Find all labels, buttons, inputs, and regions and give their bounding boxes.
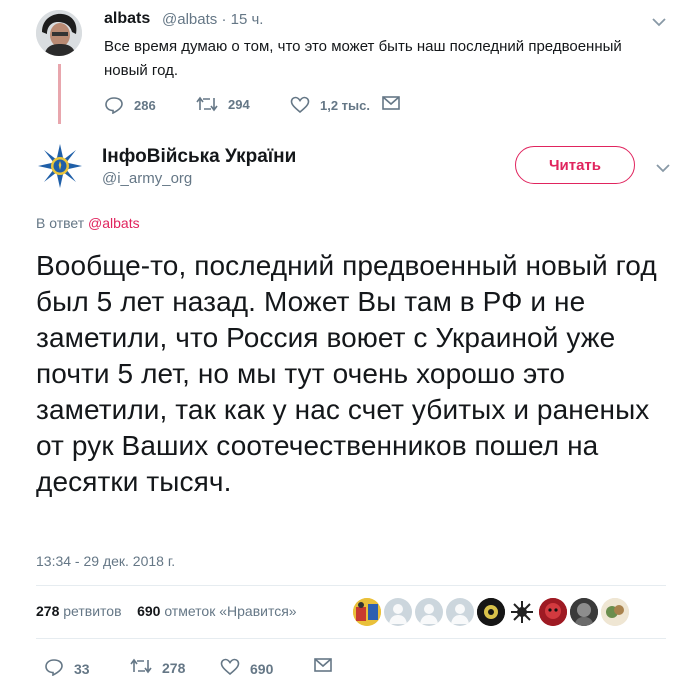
heart-icon — [290, 96, 310, 114]
avatar[interactable] — [508, 598, 536, 626]
chevron-down-icon[interactable] — [652, 14, 666, 30]
retweet-count: 294 — [228, 96, 250, 112]
reply-count: 286 — [134, 97, 156, 113]
tweet-text: Все время думаю о том, что это может быт… — [104, 38, 622, 79]
envelope-icon — [314, 658, 332, 675]
reply-button[interactable]: 33 — [44, 658, 90, 679]
direct-message-button[interactable] — [382, 96, 400, 110]
reply-context: В ответ @albats — [36, 215, 140, 231]
avatar[interactable] — [415, 598, 443, 626]
retweets-stat-label: ретвитов — [63, 603, 122, 619]
avatar[interactable] — [477, 598, 505, 626]
reply-handle-link[interactable]: @albats — [88, 215, 140, 231]
retweet-icon — [196, 96, 218, 112]
retweet-count: 278 — [162, 659, 186, 676]
retweet-button[interactable]: 294 — [196, 96, 250, 112]
retweet-icon — [130, 658, 152, 677]
direct-message-button[interactable] — [314, 658, 332, 675]
divider — [36, 638, 666, 639]
author-name[interactable]: ІнфоВійська України — [102, 146, 296, 168]
like-button[interactable]: 690 — [220, 658, 273, 679]
likes-stat[interactable]: 690 отметок «Нравится» — [137, 603, 297, 619]
liker-avatars — [353, 598, 629, 626]
heart-icon — [220, 658, 240, 679]
like-count: 690 — [250, 660, 274, 677]
retweet-button[interactable]: 278 — [130, 658, 185, 677]
avatar[interactable] — [570, 598, 598, 626]
author-handle[interactable]: @i_army_org — [102, 170, 192, 187]
avatar[interactable] — [384, 598, 412, 626]
avatar[interactable] — [446, 598, 474, 626]
reply-icon — [104, 96, 124, 114]
likes-stat-label: отметок «Нравится» — [164, 603, 297, 619]
reply-count: 33 — [74, 660, 90, 677]
divider — [36, 585, 666, 586]
retweets-stat[interactable]: 278 ретвитов — [36, 603, 122, 619]
thread-line — [58, 64, 61, 124]
separator: · — [221, 11, 227, 28]
reply-prefix: В ответ — [36, 215, 85, 231]
avatar[interactable] — [353, 598, 381, 626]
avatar[interactable] — [36, 10, 82, 56]
follow-button[interactable]: Читать — [515, 146, 635, 184]
like-count: 1,2 тыс. — [320, 97, 370, 113]
tweet-time[interactable]: 15 ч. — [231, 11, 264, 28]
reply-button[interactable]: 286 — [104, 96, 156, 114]
author-name[interactable]: albats — [104, 10, 150, 28]
author-handle[interactable]: @albats · 15 ч. — [162, 11, 263, 28]
chevron-down-icon[interactable] — [656, 160, 670, 176]
like-button[interactable]: 1,2 тыс. — [290, 96, 370, 114]
likes-stat-count: 690 — [137, 603, 161, 619]
reply-icon — [44, 658, 64, 679]
retweets-stat-count: 278 — [36, 603, 60, 619]
avatar[interactable] — [539, 598, 567, 626]
avatar-logo[interactable] — [36, 142, 84, 190]
avatar[interactable] — [601, 598, 629, 626]
tweet-text: Вообще-то, последний предвоенный новый г… — [36, 250, 657, 497]
tweet-timestamp[interactable]: 13:34 - 29 дек. 2018 г. — [36, 553, 175, 569]
tweet-stats: 278 ретвитов 690 отметок «Нравится» — [36, 603, 297, 619]
envelope-icon — [382, 96, 400, 110]
author-handle-text[interactable]: @albats — [162, 11, 217, 28]
